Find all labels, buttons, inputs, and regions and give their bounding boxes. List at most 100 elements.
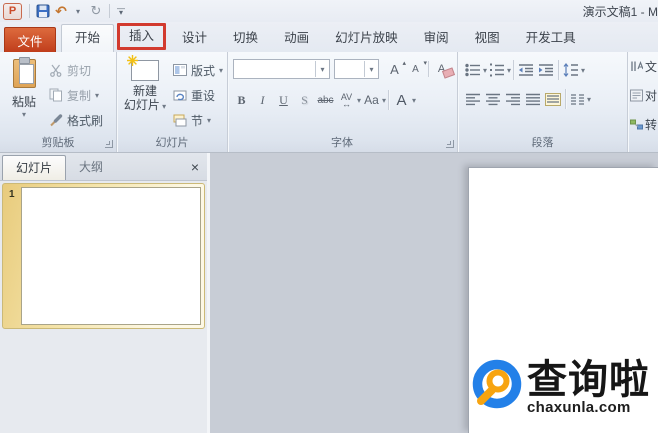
copy-dropdown-arrow-icon[interactable]: ▾ bbox=[95, 91, 99, 100]
reset-button[interactable]: 重设 bbox=[173, 83, 215, 107]
cut-button[interactable]: 剪切 bbox=[49, 58, 91, 82]
slide-canvas[interactable]: 查询啦 chaxunla.com bbox=[468, 167, 658, 433]
justify-button[interactable] bbox=[523, 88, 543, 110]
new-slide-dropdown-arrow-icon[interactable]: ▾ bbox=[160, 102, 166, 111]
cut-label: 剪切 bbox=[67, 63, 92, 78]
tab-insert-highlighted[interactable]: 插入 bbox=[117, 23, 167, 50]
tab-slideshow[interactable]: 幻灯片放映 bbox=[322, 25, 411, 52]
separator bbox=[565, 89, 566, 109]
numbering-button[interactable] bbox=[487, 59, 507, 81]
powerpoint-app-icon[interactable]: P bbox=[3, 2, 22, 20]
panel-tab-outline[interactable]: 大纲 bbox=[66, 155, 116, 180]
panel-close-button[interactable]: × bbox=[183, 155, 207, 180]
format-painter-label: 格式刷 bbox=[67, 113, 104, 128]
clipboard-group-label: 剪贴板 bbox=[41, 137, 75, 149]
text-direction-button[interactable]: 文 bbox=[630, 58, 657, 75]
columns-button[interactable] bbox=[568, 88, 587, 110]
format-painter-icon bbox=[50, 114, 63, 127]
bullet-list-icon bbox=[465, 63, 480, 77]
copy-button[interactable]: 复制 ▾ bbox=[49, 83, 99, 107]
decrease-indent-button[interactable] bbox=[516, 59, 536, 81]
columns-icon bbox=[571, 93, 584, 105]
panel-tab-slides[interactable]: 幻灯片 bbox=[2, 155, 67, 180]
paste-button[interactable]: 粘贴 ▾ bbox=[3, 57, 45, 141]
tab-home[interactable]: 开始 bbox=[61, 24, 115, 52]
line-spacing-dropdown-arrow-icon[interactable]: ▾ bbox=[581, 66, 585, 75]
slide-thumbnail-selected[interactable]: 1 bbox=[2, 183, 205, 329]
separator bbox=[513, 60, 515, 80]
save-icon bbox=[36, 4, 50, 18]
tab-view[interactable]: 视图 bbox=[462, 25, 513, 52]
format-painter-button[interactable]: 格式刷 bbox=[49, 108, 103, 132]
convert-smartart-button[interactable]: 转 bbox=[630, 116, 657, 133]
tab-design[interactable]: 设计 bbox=[169, 25, 220, 52]
separator bbox=[29, 4, 30, 18]
text-shadow-button[interactable]: S bbox=[294, 90, 315, 110]
font-color-button[interactable]: A bbox=[391, 90, 412, 110]
panel-tab-bar: 幻灯片 大纲 × bbox=[0, 153, 207, 181]
section-icon bbox=[173, 114, 187, 126]
align-left-icon bbox=[466, 93, 480, 105]
line-spacing-icon bbox=[563, 63, 579, 77]
tab-developer[interactable]: 开发工具 bbox=[513, 25, 589, 52]
case-dropdown-arrow-icon[interactable]: ▾ bbox=[382, 96, 386, 105]
watermark-domain-text: chaxunla.com bbox=[527, 399, 631, 416]
bullets-button[interactable] bbox=[463, 59, 483, 81]
tab-file[interactable]: 文件 bbox=[4, 27, 56, 52]
align-text-button[interactable]: 对 bbox=[630, 87, 657, 104]
watermark-logo: 查询啦 chaxunla.com bbox=[472, 359, 650, 417]
increase-indent-icon bbox=[539, 64, 554, 76]
tab-review[interactable]: 审阅 bbox=[411, 25, 462, 52]
shrink-font-button[interactable]: A ▾ bbox=[405, 59, 427, 79]
section-label: 节 bbox=[191, 113, 204, 128]
numbered-list-icon bbox=[490, 63, 505, 77]
underline-button[interactable]: U bbox=[273, 90, 294, 110]
redo-button[interactable]: ↻ bbox=[88, 2, 104, 20]
align-right-button[interactable] bbox=[503, 88, 523, 110]
layout-dropdown-arrow-icon[interactable]: ▾ bbox=[219, 66, 223, 75]
font-size-combobox[interactable]: ▾ bbox=[334, 59, 379, 79]
font-name-combobox[interactable]: ▾ bbox=[233, 59, 330, 79]
increase-indent-button[interactable] bbox=[536, 59, 556, 81]
italic-button[interactable]: I bbox=[252, 90, 273, 110]
paste-dropdown-arrow-icon[interactable]: ▾ bbox=[22, 110, 26, 119]
watermark-brand-text: 查询啦 bbox=[527, 357, 650, 402]
clipboard-dialog-launcher[interactable] bbox=[105, 140, 113, 148]
tab-transitions[interactable]: 切换 bbox=[220, 25, 271, 52]
section-button[interactable]: 节 ▾ bbox=[173, 108, 211, 132]
chevron-down-icon: ▾ bbox=[364, 61, 378, 77]
powerpoint-window: P ↶ ▾ ↻ — ▾ 演示文稿1 - M 文件 开始 插入 设计 切换 动画 幻… bbox=[0, 0, 658, 433]
font-dialog-launcher[interactable] bbox=[446, 140, 454, 148]
new-slide-button[interactable]: 新建 幻灯片 ▾ bbox=[121, 55, 169, 141]
layout-button[interactable]: 版式 ▾ bbox=[173, 58, 223, 82]
align-left-button[interactable] bbox=[463, 88, 483, 110]
character-spacing-button[interactable]: AV ↔ bbox=[336, 90, 357, 110]
text-direction-icon bbox=[631, 60, 643, 71]
line-spacing-button[interactable] bbox=[561, 59, 581, 81]
numbering-dropdown-arrow-icon[interactable]: ▾ bbox=[507, 66, 511, 75]
align-center-button[interactable] bbox=[483, 88, 503, 110]
new-slide-icon bbox=[127, 55, 159, 81]
distribute-text-button[interactable] bbox=[543, 88, 563, 110]
distribute-text-icon bbox=[545, 92, 561, 106]
grow-font-button[interactable]: A ▴ bbox=[384, 59, 406, 79]
tab-animations[interactable]: 动画 bbox=[271, 25, 322, 52]
font-group-label: 字体 bbox=[331, 137, 353, 149]
undo-button[interactable]: ↶ bbox=[53, 2, 69, 20]
smartart-icon bbox=[630, 119, 643, 130]
strikethrough-button[interactable]: abc bbox=[315, 90, 336, 110]
separator bbox=[388, 90, 390, 110]
bold-button[interactable]: B bbox=[231, 90, 252, 110]
separator bbox=[109, 4, 110, 18]
undo-dropdown-arrow-icon[interactable]: ▾ bbox=[70, 2, 86, 20]
section-dropdown-arrow-icon[interactable]: ▾ bbox=[207, 116, 211, 125]
customize-qat-button[interactable]: — ▾ bbox=[117, 5, 125, 17]
clear-formatting-button[interactable]: A bbox=[431, 59, 456, 79]
font-color-dropdown-arrow-icon[interactable]: ▾ bbox=[412, 96, 416, 105]
text-direction-label: 文 bbox=[645, 60, 658, 74]
save-button[interactable] bbox=[35, 2, 51, 20]
columns-dropdown-arrow-icon[interactable]: ▾ bbox=[587, 95, 591, 104]
change-case-button[interactable]: Aa bbox=[361, 90, 382, 110]
decrease-indent-icon bbox=[519, 64, 534, 76]
ribbon: 粘贴 ▾ 剪切 复制 ▾ 格式刷 剪贴板 新建 幻灯片 ▾ 版式 ▾ 重设 节 … bbox=[0, 52, 658, 153]
